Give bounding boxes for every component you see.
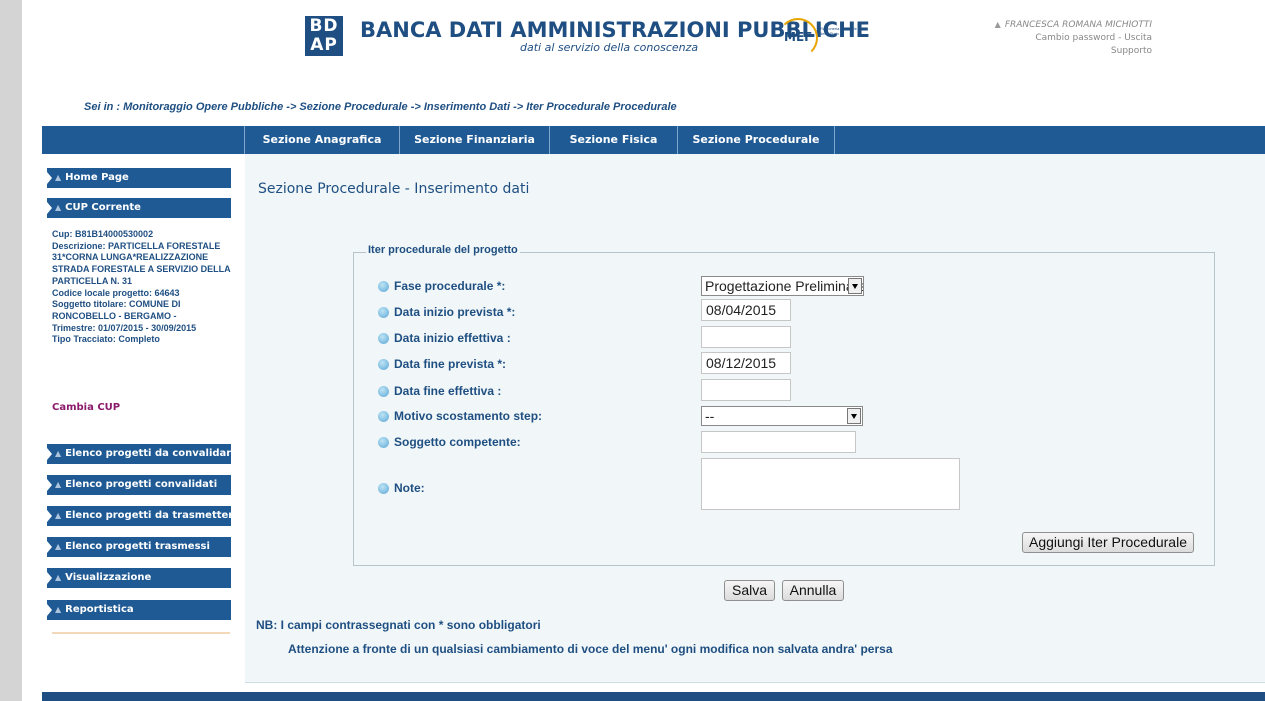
tab-sezione-fisica[interactable]: Sezione Fisica [550,126,678,154]
motivo-label: Motivo scostamento step: [394,409,543,423]
user-icon: ▲ [55,480,62,489]
info-icon[interactable] [378,437,389,448]
logout-link[interactable]: Uscita [1124,33,1152,43]
tab-sezione-finanziaria[interactable]: Sezione Finanziaria [400,126,550,154]
user-area: ▲ FRANCESCA ROMANA MICHIOTTI Cambio passw… [993,18,1152,58]
user-icon: ▲ [55,542,62,551]
user-icon: ▲ [994,20,1001,29]
required-fields-note: NB: I campi contrassegnati con * sono ob… [256,618,541,632]
cancel-button[interactable]: Annulla [782,580,844,601]
sidebar-item-trasmessi[interactable]: ▲ Elenco progetti trasmessi [47,537,231,557]
info-icon[interactable] [378,411,389,422]
chevron-down-icon [847,408,861,424]
fine-prevista-label: Data fine prevista *: [394,357,507,371]
sidebar-item-da-trasmettere[interactable]: ▲ Elenco progetti da trasmettere [47,506,240,526]
sidebar-item-cup-corrente[interactable]: ▲ CUP Corrente [47,198,231,218]
sidebar-item-visualizzazione[interactable]: ▲ Visualizzazione [47,568,231,588]
description-label: Descrizione: [52,240,109,251]
note-label: Note: [394,481,425,495]
soggetto-competente-label: Soggetto competente: [394,435,521,449]
mef-logo-caption: Ragioneria Generale dello Stato [820,26,857,36]
inizio-effettiva-input[interactable] [701,326,791,348]
inizio-effettiva-label: Data inizio effettiva : [394,331,511,345]
page: BD AP BANCA DATI AMMINISTRAZIONI PUBBLIC… [0,0,1265,701]
unsaved-warning-note: Attenzione a fronte di un qualsiasi camb… [288,642,893,656]
user-name: FRANCESCA ROMANA MICHIOTTI [1004,20,1152,30]
user-icon: ▲ [55,511,62,520]
sidebar-item-label: Elenco progetti da trasmettere [65,510,241,521]
motivo-select[interactable]: -- [701,406,863,426]
codice-value: 64643 [154,287,180,298]
fine-effettiva-label: Data fine effettiva : [394,384,502,398]
fase-label: Fase procedurale *: [394,279,506,293]
trimestre-label: Trimestre: [52,322,99,333]
sidebar-item-reportistica[interactable]: ▲ Reportistica [47,600,231,620]
info-icon[interactable] [378,307,389,318]
fine-prevista-input[interactable]: 08/12/2015 [701,352,791,374]
user-icon: ▲ [55,449,62,458]
page-title: Sezione Procedurale - Inserimento dati [258,181,530,197]
cup-info: Cup: B81B14000530002 Descrizione: PARTIC… [52,229,237,346]
sidebar-item-da-convalidare[interactable]: ▲ Elenco progetti da convalidare [47,444,238,464]
user-icon: ▲ [55,573,62,582]
site-subtitle: dati al servizio della conoscenza [520,41,699,54]
cambia-cup-link[interactable]: Cambia CUP [52,402,120,413]
sidebar-divider [52,632,230,634]
cup-label: Cup: [52,229,75,239]
support-link[interactable]: Supporto [1111,46,1152,56]
info-icon[interactable] [378,483,389,494]
inizio-prevista-input[interactable]: 08/04/2015 [701,299,791,321]
info-icon[interactable] [378,333,389,344]
sidebar-item-label: Elenco progetti trasmessi [65,541,210,552]
sidebar-item-label: Elenco progetti convalidati [65,479,218,490]
cup-value: B81B14000530002 [75,229,154,239]
fase-select[interactable]: Progettazione Preliminare [701,276,864,296]
info-icon[interactable] [378,281,389,292]
note-textarea[interactable] [701,458,960,510]
link-separator: - [1115,33,1125,43]
tracciato-label: Tipo Tracciato: [52,334,119,345]
footer-bar [42,692,1265,701]
add-iter-button[interactable]: Aggiungi Iter Procedurale [1022,532,1194,553]
inizio-prevista-label: Data inizio prevista *: [394,305,516,319]
bdap-logo: BD AP [305,16,343,56]
trimestre-value: 01/07/2015 - 30/09/2015 [98,322,197,333]
sidebar-item-label: Visualizzazione [65,572,152,583]
sidebar-item-label: CUP Corrente [65,202,141,213]
user-icon: ▲ [55,203,62,212]
chevron-down-icon [848,278,862,294]
tab-sezione-anagrafica[interactable]: Sezione Anagrafica [245,126,400,154]
sidebar-item-convalidati[interactable]: ▲ Elenco progetti convalidati [47,475,231,495]
top-navigation: Sezione Anagrafica Sezione Finanziaria S… [42,126,1265,154]
save-button[interactable]: Salva [724,580,775,601]
motivo-select-value: -- [705,408,715,424]
soggetto-competente-input[interactable] [701,431,856,453]
user-icon: ▲ [55,605,62,614]
sidebar-item-label: Elenco progetti da convalidare [65,448,239,459]
change-password-link[interactable]: Cambio password [1035,33,1115,43]
info-icon[interactable] [378,386,389,397]
logo-line1: BD [309,16,339,36]
content-divider [245,682,1265,683]
tab-sezione-procedurale[interactable]: Sezione Procedurale [678,126,835,154]
sidebar-item-home[interactable]: ▲ Home Page [47,168,231,188]
sidebar-item-label: Home Page [65,172,129,183]
mef-logo: MEF [784,30,813,44]
fieldset-legend: Iter procedurale del progetto [366,244,520,256]
info-icon[interactable] [378,359,389,370]
tracciato-value: Completo [118,334,160,345]
logo-line2: AP [310,35,338,55]
breadcrumb: Sei in : Monitoraggio Opere Pubbliche ->… [84,101,677,113]
sidebar-item-label: Reportistica [65,604,134,615]
soggetto-label: Soggetto titolare: [52,299,129,310]
codice-label: Codice locale progetto: [52,287,155,298]
left-gutter [0,0,22,701]
fase-select-value: Progettazione Preliminare [705,278,864,294]
fine-effettiva-input[interactable] [701,379,791,401]
user-icon: ▲ [55,173,62,182]
